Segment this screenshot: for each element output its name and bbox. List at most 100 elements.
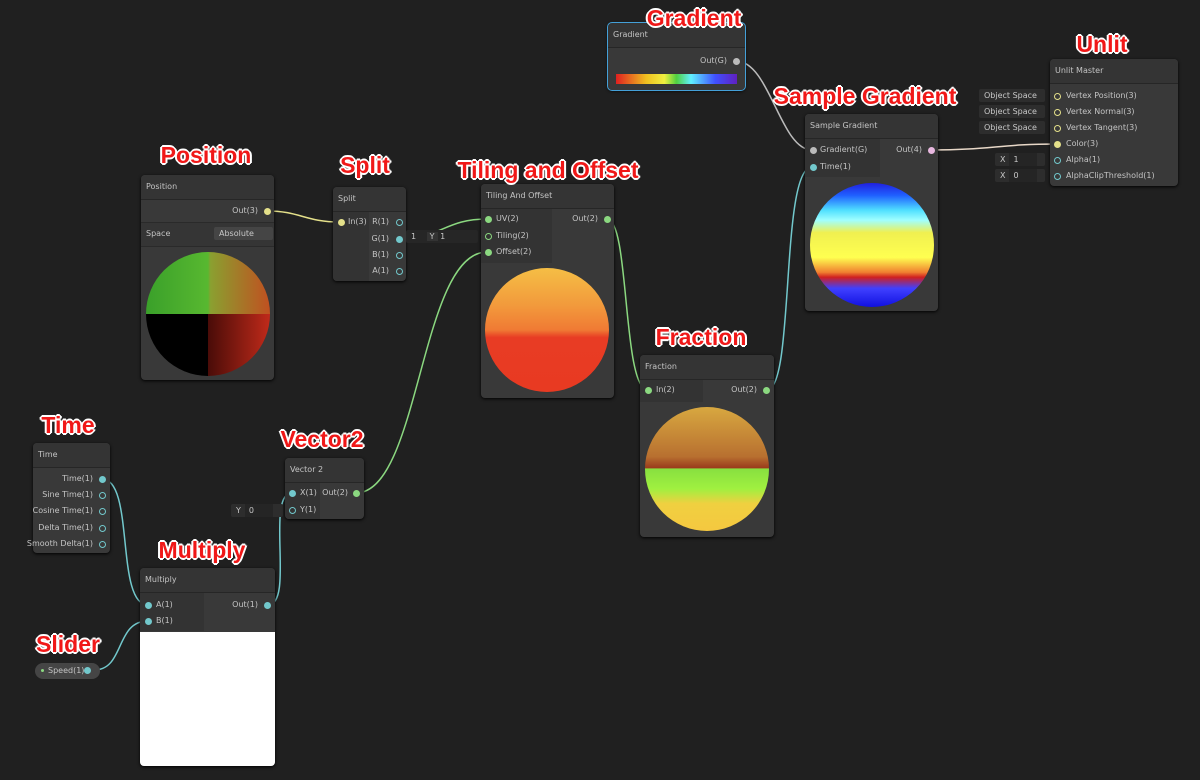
in-port[interactable] [338, 219, 345, 226]
input-in: In(2) [656, 385, 675, 394]
in-port[interactable] [1054, 141, 1061, 148]
out-port[interactable] [733, 58, 740, 65]
tiling-x-value[interactable]: 1 [411, 232, 416, 241]
vector2-node[interactable]: Vector 2 X(1) Y(1) Out(2) [285, 458, 364, 519]
tiling-input[interactable]: 1 Y 1 [406, 230, 478, 243]
preview-sphere [146, 252, 270, 376]
y-value[interactable]: 0 [244, 504, 273, 517]
sample-gradient-node[interactable]: Sample Gradient Gradient(G) Time(1) Out(… [805, 114, 938, 311]
node-title: Unlit Master [1050, 59, 1178, 84]
vertex-tangent-space[interactable]: Object Space [979, 121, 1045, 134]
input-vertex-tangent: Vertex Tangent(3) [1066, 123, 1138, 132]
out-port[interactable] [99, 492, 106, 499]
out-port[interactable] [396, 219, 403, 226]
out-port[interactable] [99, 476, 106, 483]
output-smooth-delta: Smooth Delta(1) [26, 539, 93, 548]
annotation-gradient: Gradient [646, 5, 742, 31]
in-port[interactable] [1054, 93, 1061, 100]
in-port[interactable] [1054, 157, 1061, 164]
vertex-normal-space[interactable]: Object Space [979, 105, 1045, 118]
out-port[interactable] [396, 252, 403, 259]
preview [140, 632, 275, 766]
in-port[interactable] [145, 618, 152, 625]
vertex-position-space[interactable]: Object Space [979, 89, 1045, 102]
tiling-y-value[interactable]: 1 [440, 232, 445, 241]
out-port[interactable] [264, 208, 271, 215]
in-port[interactable] [1054, 125, 1061, 132]
out-port[interactable] [396, 236, 403, 243]
output-label: Out(2) [731, 385, 757, 394]
output-cosine-time: Cosine Time(1) [32, 506, 93, 515]
wire-position-split [266, 210, 341, 223]
position-node[interactable]: Position Out(3) Space Absolute Wo▾ [141, 175, 274, 380]
in-port[interactable] [145, 602, 152, 609]
alpha-input[interactable]: X1 [995, 153, 1045, 166]
property-dot [41, 669, 44, 672]
multiply-node[interactable]: Multiply A(1) B(1) Out(1) [140, 568, 275, 766]
wire-sample-color [930, 143, 1058, 151]
gradient-bar[interactable] [616, 74, 737, 84]
output-a: A(1) [372, 266, 389, 275]
speed-property-node[interactable]: Speed(1) [35, 663, 100, 679]
in-port[interactable] [289, 490, 296, 497]
alpha-value[interactable]: 1 [1009, 153, 1038, 166]
input-alpha: Alpha(1) [1066, 155, 1101, 164]
output-label: Out(3) [232, 206, 258, 215]
in-port[interactable] [810, 147, 817, 154]
space-dropdown[interactable]: Absolute Wo▾ [214, 227, 273, 240]
output-g: G(1) [371, 234, 389, 243]
fraction-node[interactable]: Fraction In(2) Out(2) [640, 355, 774, 537]
out-port[interactable] [928, 147, 935, 154]
output-label: Out(4) [896, 145, 922, 154]
input-uv: UV(2) [496, 214, 519, 223]
out-port[interactable] [84, 667, 91, 674]
out-port[interactable] [396, 268, 403, 275]
input-vertex-normal: Vertex Normal(3) [1066, 107, 1135, 116]
in-port[interactable] [485, 249, 492, 256]
alpha-clip-input[interactable]: X0 [995, 169, 1045, 182]
in-port[interactable] [810, 164, 817, 171]
in-port[interactable] [289, 507, 296, 514]
out-port[interactable] [99, 541, 106, 548]
in-port[interactable] [485, 233, 492, 240]
preview-sphere [485, 268, 609, 392]
out-port[interactable] [604, 216, 611, 223]
input-color: Color(3) [1066, 139, 1099, 148]
annotation-position: Position [160, 142, 252, 168]
split-node[interactable]: Split In(3) R(1) G(1) B(1) A(1) [333, 187, 406, 281]
time-node[interactable]: Time Time(1) Sine Time(1) Cosine Time(1)… [27, 443, 110, 553]
space-value: Absolute Wo [219, 229, 254, 238]
wire-vector2-offset [355, 251, 488, 494]
annotation-sample-gradient: Sample Gradient [773, 83, 957, 109]
out-port[interactable] [353, 490, 360, 497]
vector2-y-input[interactable]: Y0 [231, 504, 283, 517]
in-port[interactable] [1054, 109, 1061, 116]
input-alpha-clip: AlphaClipThreshold(1) [1066, 171, 1155, 180]
alpha-clip-value[interactable]: 0 [1009, 169, 1038, 182]
in-port[interactable] [485, 216, 492, 223]
output-time: Time(1) [62, 474, 93, 483]
input-vertex-position: Vertex Position(3) [1066, 91, 1137, 100]
gradient-node[interactable]: Gradient Out(G) [607, 22, 746, 91]
node-title: Time [33, 443, 110, 468]
in-port[interactable] [1054, 173, 1061, 180]
out-port[interactable] [264, 602, 271, 609]
input-a: A(1) [156, 600, 173, 609]
input-gradient: Gradient(G) [820, 145, 868, 154]
input-time: Time(1) [820, 162, 851, 171]
axis-label: X [1000, 171, 1006, 180]
in-port[interactable] [645, 387, 652, 394]
out-port[interactable] [99, 525, 106, 532]
node-title: Sample Gradient [805, 114, 938, 139]
out-port[interactable] [763, 387, 770, 394]
annotation-multiply: Multiply [158, 537, 246, 563]
output-sine-time: Sine Time(1) [42, 490, 93, 499]
out-port[interactable] [99, 508, 106, 515]
annotation-tiling: Tiling and Offset [457, 157, 639, 183]
tiling-and-offset-node[interactable]: Tiling And Offset UV(2) Tiling(2) Offset… [481, 184, 614, 398]
preview-sphere [810, 183, 934, 307]
output-r: R(1) [372, 217, 389, 226]
output-b: B(1) [372, 250, 389, 259]
axis-label: Y [236, 506, 241, 515]
output-label: Out(2) [572, 214, 598, 223]
